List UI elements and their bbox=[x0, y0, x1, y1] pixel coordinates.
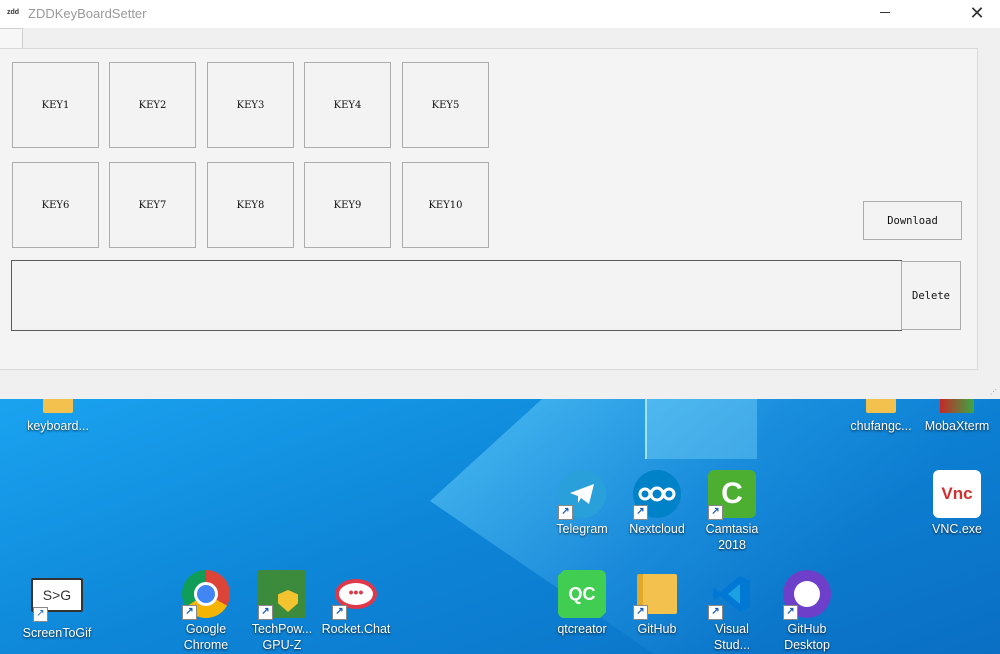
desktop-icon-label: Visual Stud... bbox=[713, 622, 751, 652]
desktop-icon-label: Camtasia 2018 bbox=[705, 522, 759, 552]
desktop-icon-chufang-folder[interactable]: chufangc... bbox=[841, 399, 921, 434]
key4-button[interactable]: KEY4 bbox=[304, 62, 391, 148]
text-input-area[interactable] bbox=[11, 260, 902, 331]
camtasia-glyph-text: C bbox=[721, 477, 743, 510]
desktop-icon-qtcreator[interactable]: QC qtcreator bbox=[542, 570, 622, 637]
screentogif-glyph-text: S>G bbox=[42, 587, 72, 603]
gpuz-icon: ↗ bbox=[258, 570, 306, 620]
desktop-icon-label: MobaXterm bbox=[924, 419, 990, 433]
folder-icon: ↗ bbox=[633, 570, 681, 620]
desktop-icon-label: Telegram bbox=[556, 522, 608, 536]
shortcut-arrow-icon: ↗ bbox=[633, 505, 648, 520]
desktop-icon-keyboard-folder[interactable]: keyboard... bbox=[18, 399, 98, 434]
folder-icon bbox=[34, 399, 82, 415]
rocketchat-icon: ••• ↗ bbox=[332, 570, 380, 620]
desktop-icon-mobaxterm[interactable]: MobaXterm bbox=[917, 399, 997, 434]
key2-button[interactable]: KEY2 bbox=[109, 62, 196, 148]
key3-button[interactable]: KEY3 bbox=[207, 62, 294, 148]
shortcut-arrow-icon: ↗ bbox=[33, 607, 48, 622]
desktop-icon-camtasia[interactable]: C ↗ Camtasia 2018 bbox=[692, 470, 772, 553]
desktop-icon-github-folder[interactable]: ↗ GitHub bbox=[617, 570, 697, 637]
desktop-icon-label: keyboard... bbox=[27, 419, 89, 433]
desktop-icon-google-chrome[interactable]: ↗ Google Chrome bbox=[166, 570, 246, 653]
app-window: zdd ZDDKeyBoardSetter ✕ KEY1 KEY2 KEY3 K… bbox=[0, 0, 1000, 399]
shortcut-arrow-icon: ↗ bbox=[708, 505, 723, 520]
desktop-icon-label: VNC.exe bbox=[931, 522, 983, 536]
desktop-icon-screentogif[interactable]: S>G ↗ ScreenToGif bbox=[17, 570, 97, 641]
desktop-icon-github-desktop[interactable]: ↗ GitHub Desktop bbox=[767, 570, 847, 653]
vnc-icon: Vnc bbox=[933, 470, 981, 518]
resize-grip[interactable]: ⋰ bbox=[990, 389, 998, 397]
wallpaper-window-pane bbox=[645, 399, 757, 459]
key9-button[interactable]: KEY9 bbox=[304, 162, 391, 248]
desktop-icon-rocket-chat[interactable]: ••• ↗ Rocket.Chat bbox=[316, 570, 396, 637]
desktop-icon-label: Nextcloud bbox=[629, 522, 685, 536]
desktop-icon-label: GitHub Desktop bbox=[784, 622, 830, 652]
chrome-icon: ↗ bbox=[182, 570, 230, 620]
desktop-icon-label: qtcreator bbox=[557, 622, 607, 636]
shortcut-arrow-icon: ↗ bbox=[558, 505, 573, 520]
key7-button[interactable]: KEY7 bbox=[109, 162, 196, 248]
desktop-icon-telegram[interactable]: ↗ Telegram bbox=[542, 470, 622, 537]
key1-button[interactable]: KEY1 bbox=[12, 62, 99, 148]
mobaxterm-icon bbox=[933, 399, 981, 415]
github-desktop-icon: ↗ bbox=[783, 570, 831, 620]
desktop-icon-label: GitHub bbox=[637, 622, 677, 636]
desktop-icon-vnc[interactable]: Vnc VNC.exe bbox=[917, 470, 997, 537]
key10-button[interactable]: KEY10 bbox=[402, 162, 489, 248]
desktop-icon-label: ScreenToGif bbox=[22, 626, 92, 640]
shortcut-arrow-icon: ↗ bbox=[182, 605, 197, 620]
screentogif-icon: S>G ↗ bbox=[31, 578, 83, 622]
key5-button[interactable]: KEY5 bbox=[402, 62, 489, 148]
shortcut-arrow-icon: ↗ bbox=[258, 605, 273, 620]
app-icon: zdd bbox=[7, 9, 20, 16]
vnc-glyph-text: Vnc bbox=[941, 484, 973, 503]
key8-button[interactable]: KEY8 bbox=[207, 162, 294, 248]
desktop-icon-label: chufangc... bbox=[850, 419, 912, 433]
download-button[interactable]: Download bbox=[863, 201, 962, 240]
key6-button[interactable]: KEY6 bbox=[12, 162, 99, 248]
window-title: ZDDKeyBoardSetter bbox=[28, 6, 147, 21]
desktop-icon-visual-studio-code[interactable]: ↗ Visual Stud... bbox=[692, 570, 772, 653]
qtcreator-icon: QC bbox=[558, 570, 606, 618]
desktop-icon-gpuz[interactable]: ↗ TechPow... GPU-Z bbox=[242, 570, 322, 653]
shortcut-arrow-icon: ↗ bbox=[332, 605, 347, 620]
shortcut-arrow-icon: ↗ bbox=[708, 605, 723, 620]
nextcloud-icon: ↗ bbox=[633, 470, 681, 520]
title-bar[interactable]: zdd ZDDKeyBoardSetter ✕ bbox=[0, 0, 1000, 28]
desktop: keyboard... chufangc... MobaXterm ↗ Tele… bbox=[0, 399, 1000, 654]
desktop-icon-label: Google Chrome bbox=[183, 622, 229, 652]
desktop-icon-label: Rocket.Chat bbox=[321, 622, 391, 636]
tab-header[interactable] bbox=[0, 28, 23, 49]
shortcut-arrow-icon: ↗ bbox=[633, 605, 648, 620]
telegram-icon: ↗ bbox=[558, 470, 606, 520]
qtcreator-glyph-text: QC bbox=[568, 583, 596, 604]
shortcut-arrow-icon: ↗ bbox=[783, 605, 798, 620]
vscode-icon: ↗ bbox=[708, 570, 756, 620]
delete-button[interactable]: Delete bbox=[901, 261, 961, 330]
folder-icon bbox=[857, 399, 905, 415]
close-button[interactable]: ✕ bbox=[968, 3, 986, 23]
desktop-icon-label: TechPow... GPU-Z bbox=[251, 622, 313, 652]
minimize-button[interactable] bbox=[880, 12, 890, 13]
camtasia-icon: C ↗ bbox=[708, 470, 756, 520]
desktop-icon-nextcloud[interactable]: ↗ Nextcloud bbox=[617, 470, 697, 537]
